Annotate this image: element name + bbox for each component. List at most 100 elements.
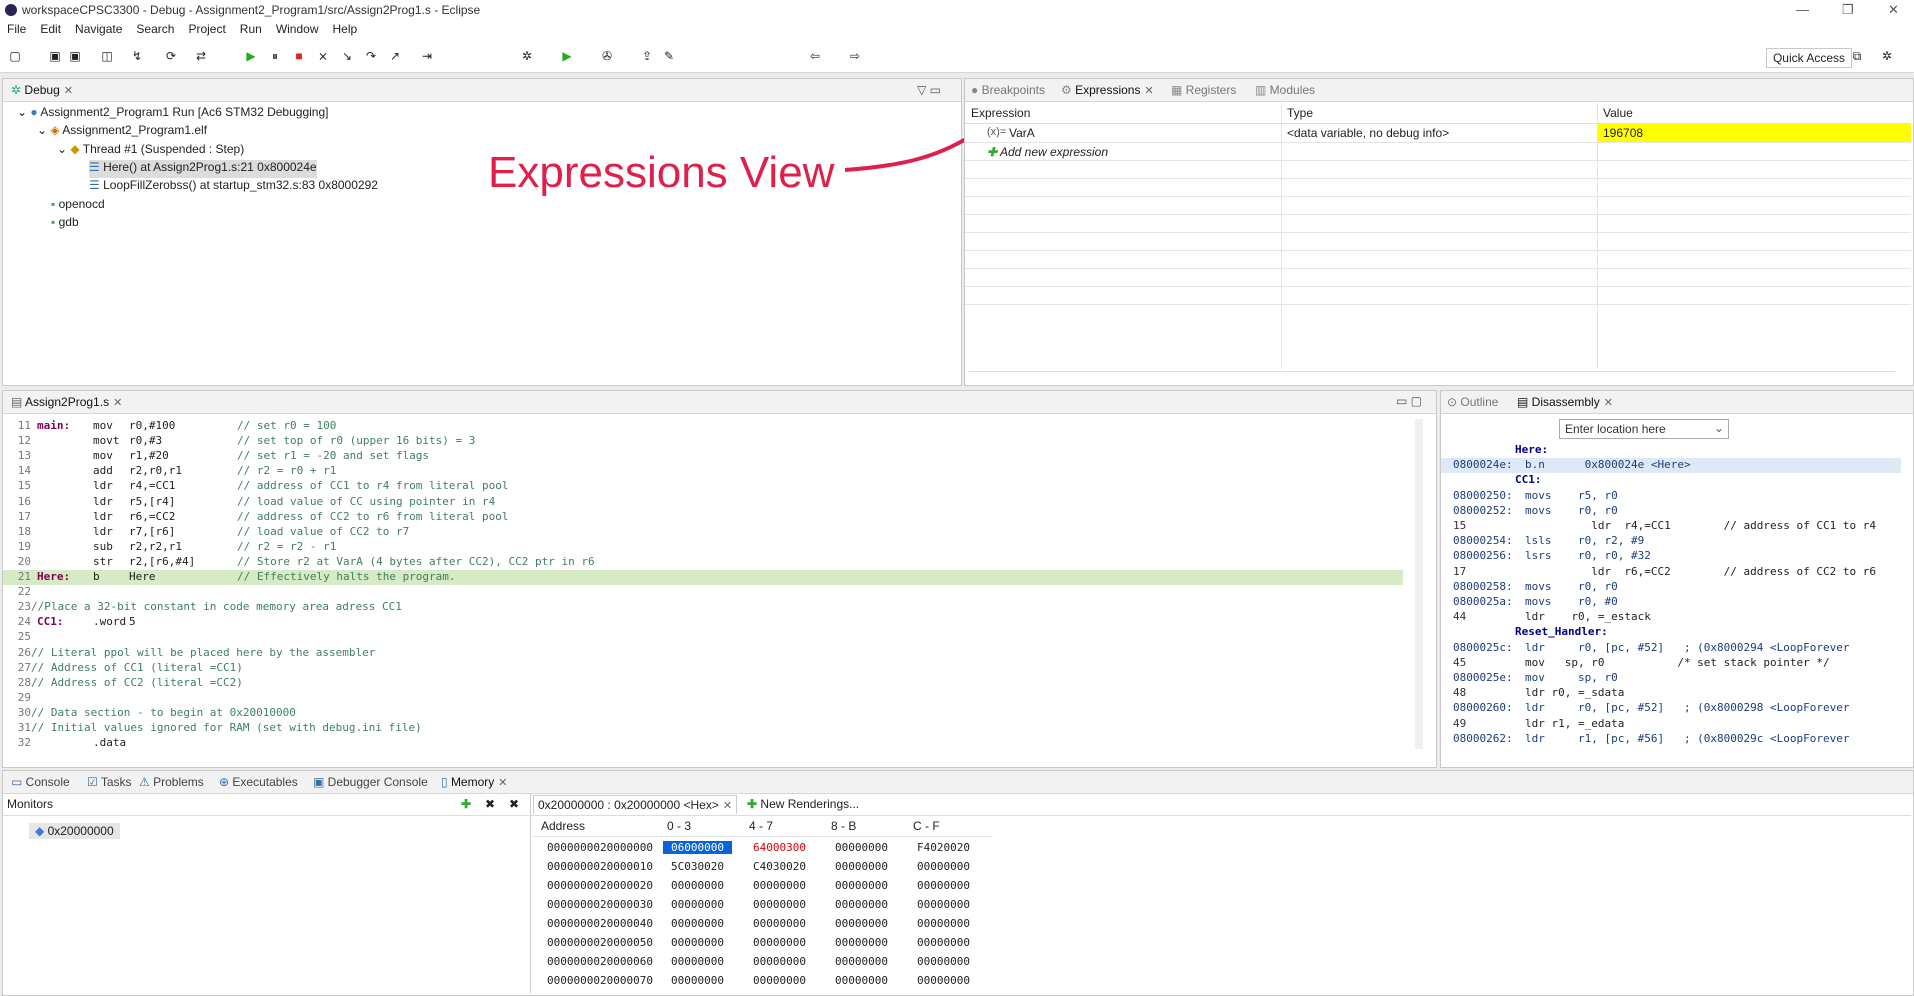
code-line[interactable]: 18 ldr r7,[r6] // load value of CC2 to r7 [3, 525, 1403, 540]
code-line[interactable]: 30// Data section - to begin at 0x200100… [3, 706, 1403, 721]
memory-cell[interactable]: 00000000 [835, 879, 888, 892]
memory-cell[interactable]: 00000000 [671, 879, 724, 892]
memory-cell[interactable]: 00000000 [671, 917, 724, 930]
step-into-icon[interactable]: ↘ [340, 49, 354, 63]
memory-column-header[interactable]: 0 - 3 [667, 819, 691, 833]
col-expression[interactable]: Expression [971, 106, 1030, 120]
menu-item-edit[interactable]: Edit [33, 20, 68, 38]
memory-cell[interactable]: 00000000 [917, 860, 970, 873]
disassembly-line[interactable]: Reset_Handler: [1441, 625, 1901, 640]
maximize-icon[interactable]: ▭ ▢ [1396, 394, 1422, 408]
terminate-icon[interactable]: ■ [292, 49, 306, 63]
close-icon[interactable]: ✕ [113, 397, 122, 409]
memory-cell[interactable]: 00000000 [917, 955, 970, 968]
code-line[interactable]: 14 add r2,r0,r1 // r2 = r0 + r1 [3, 464, 1403, 479]
disassembly-line[interactable]: 08000262: ldr r1, [pc, #56] ; (0x800029c … [1441, 732, 1901, 747]
tab-debug[interactable]: ✲ Debug ✕ [11, 83, 73, 97]
memory-cell[interactable]: 00000000 [835, 955, 888, 968]
code-line[interactable]: 13 mov r1,#20 // set r1 = -20 and set flags [3, 449, 1403, 464]
open-perspective-icon[interactable]: ⧉ [1850, 49, 1864, 63]
code-line[interactable]: 17 ldr r6,=CC2 // address of CC2 to r6 from… [3, 510, 1403, 525]
tab-tasks[interactable]: ☑ Tasks [87, 775, 132, 789]
close-icon[interactable]: ✕ [498, 777, 507, 789]
disassembly-line[interactable]: 49 ldr r1, =_edata [1441, 717, 1901, 732]
tab-console[interactable]: ▭ Console [11, 775, 70, 789]
memory-cell[interactable]: 00000000 [917, 879, 970, 892]
expand-icon[interactable]: ⌄ [17, 105, 30, 119]
step-over-icon[interactable]: ↷ [364, 49, 378, 63]
memory-cell[interactable]: 00000000 [671, 974, 724, 987]
memory-column-header[interactable]: Address [541, 819, 585, 833]
tab-editor[interactable]: ▤ Assign2Prog1.s ✕ [11, 395, 122, 409]
close-icon[interactable]: ✕ [1144, 85, 1153, 97]
menu-item-project[interactable]: Project [181, 20, 232, 38]
code-line[interactable]: 27// Address of CC1 (literal =CC1) [3, 661, 1403, 676]
step-return-icon[interactable]: ↗ [388, 49, 402, 63]
disassembly-line[interactable]: 08000260: ldr r0, [pc, #52] ; (0x8000298 … [1441, 701, 1901, 716]
memory-cell[interactable]: 00000000 [835, 860, 888, 873]
new-icon[interactable]: ▢ [8, 49, 22, 63]
memory-cell[interactable]: C4030020 [753, 860, 806, 873]
back-icon[interactable]: ⇦ [808, 49, 822, 63]
close-window-icon[interactable]: ✕ [1888, 2, 1899, 18]
disassembly-line[interactable]: 45 mov sp, r0 /* set stack pointer */ [1441, 656, 1901, 671]
tab-expressions[interactable]: ⚙ Expressions ✕ [1061, 83, 1154, 97]
disassembly-line[interactable]: 48 ldr r0, =_sdata [1441, 686, 1901, 701]
memory-cell[interactable]: 00000000 [917, 936, 970, 949]
disassembly-line[interactable]: 08000254: lsls r0, r2, #9 [1441, 534, 1901, 549]
memory-cell[interactable]: 00000000 [753, 917, 806, 930]
debug-icon[interactable]: ✲ [520, 49, 534, 63]
horizontal-scrollbar[interactable] [969, 371, 1895, 382]
code-line[interactable]: 31// Initial values ignored for RAM (set… [3, 721, 1403, 736]
disassembly-line[interactable]: 15 ldr r4,=CC1 // address of CC1 to r4 [1441, 519, 1901, 534]
tab-executables[interactable]: ⊕ Executables [219, 775, 298, 789]
forward-icon[interactable]: ⇨ [848, 49, 862, 63]
disassembly-line[interactable]: 0800025a: movs r0, #0 [1441, 595, 1901, 610]
tab-problems[interactable]: ⚠ Problems [139, 775, 204, 789]
quick-access-field[interactable]: Quick Access [1765, 48, 1852, 68]
tab-disassembly[interactable]: ▤ Disassembly ✕ [1517, 395, 1613, 409]
monitor-item[interactable]: ◆ 0x20000000 [29, 823, 120, 839]
save-all-icon[interactable]: ▣ [68, 49, 82, 63]
memory-cell[interactable]: 00000000 [917, 974, 970, 987]
disassembly-line[interactable]: 08000252: movs r0, r0 [1441, 504, 1901, 519]
memory-column-header[interactable]: 8 - B [831, 819, 856, 833]
disconnect-icon[interactable]: ⨯ [316, 49, 330, 63]
code-line[interactable]: 15 ldr r4,=CC1 // address of CC1 to r4 from… [3, 479, 1403, 494]
disassembly-line[interactable]: 44 ldr r0, =_estack [1441, 610, 1901, 625]
code-line[interactable]: 26// Literal ppol will be placed here by… [3, 646, 1403, 661]
view-menu-icon[interactable]: ▽ ▭ [917, 83, 941, 97]
memory-cell[interactable]: 00000000 [753, 974, 806, 987]
add-expression[interactable]: ✚ Add new expression [987, 145, 1108, 159]
menu-item-search[interactable]: Search [129, 20, 181, 38]
code-line[interactable]: 23//Place a 32-bit constant in code memo… [3, 600, 1403, 615]
search-icon[interactable]: ✎ [662, 49, 676, 63]
tab-hex-rendering[interactable]: 0x20000000 : 0x20000000 <Hex> ✕ [533, 795, 738, 814]
memory-cell[interactable]: 64000300 [753, 841, 806, 854]
col-value[interactable]: Value [1603, 106, 1633, 120]
disassembly-line[interactable]: Here: [1441, 443, 1901, 458]
code-line[interactable]: 16 ldr r5,[r4] // load value of CC using po… [3, 495, 1403, 510]
debug-tree-item[interactable]: ⌄ ◈ Assignment2_Program1.elf [37, 123, 207, 141]
disassembly-line[interactable]: 08000250: movs r5, r0 [1441, 489, 1901, 504]
memory-cell[interactable]: 00000000 [835, 898, 888, 911]
menu-item-help[interactable]: Help [326, 20, 365, 38]
vertical-scrollbar[interactable] [1415, 419, 1423, 749]
disassembly-line[interactable]: 0800025e: mov sp, r0 [1441, 671, 1901, 686]
memory-cell[interactable]: 00000000 [671, 936, 724, 949]
expression-row[interactable]: (x)= VarA <data variable, no debug info>… [965, 124, 1911, 142]
new-renderings-tab[interactable]: ✚ New Renderings... [747, 797, 859, 811]
code-line[interactable]: 20 str r2,[r6,#4] // Store r2 at VarA (4 by… [3, 555, 1403, 570]
code-line[interactable]: 19 sub r2,r2,r1 // r2 = r2 - r1 [3, 540, 1403, 555]
refresh-icon[interactable]: ⟳ [164, 49, 178, 63]
debug-tree-item[interactable]: ⌄ ● Assignment2_Program1 Run [Ac6 STM32 … [17, 105, 328, 123]
disassembly-line[interactable]: 08000256: lsrs r0, r0, #32 [1441, 549, 1901, 564]
memory-cell[interactable]: 00000000 [753, 936, 806, 949]
memory-cell[interactable]: 00000000 [835, 936, 888, 949]
expand-icon[interactable]: ⌄ [57, 142, 70, 156]
close-icon[interactable]: ✕ [1604, 397, 1613, 409]
restore-icon[interactable]: ❐ [1842, 2, 1854, 18]
memory-cell[interactable]: 00000000 [917, 917, 970, 930]
disassembly-line[interactable]: CC1: [1441, 473, 1901, 488]
memory-cell[interactable]: 00000000 [753, 898, 806, 911]
